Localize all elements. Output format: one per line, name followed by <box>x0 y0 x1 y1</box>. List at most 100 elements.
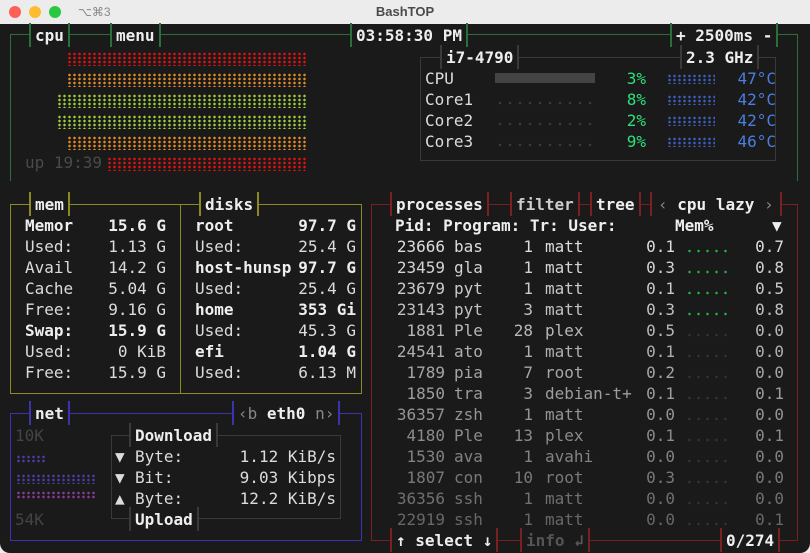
process-row[interactable]: 1789 pia 7 root 0.2 0.0 <box>372 362 797 383</box>
sort-direction-icon[interactable]: ▼ <box>772 215 782 236</box>
cpu-graph-row <box>107 157 307 171</box>
process-pid: 22919 <box>396 510 445 529</box>
net-scale-top: 10K <box>15 426 44 445</box>
filter-button[interactable]: filter <box>510 192 580 216</box>
process-cpu: 0.0 <box>755 363 784 382</box>
process-cpu: 0.5 <box>755 279 784 298</box>
process-program: con <box>454 468 483 487</box>
process-pid: 1530 <box>406 447 445 466</box>
cpu-graph-row <box>57 94 307 108</box>
process-program: zsh <box>454 405 483 424</box>
process-program: pyt <box>454 300 483 319</box>
core-label: CPU <box>425 69 454 88</box>
process-row[interactable]: 23459 gla 1 matt 0.3 0.8 <box>372 257 797 278</box>
process-cpu: 0.0 <box>755 489 784 508</box>
process-user: matt <box>545 237 584 256</box>
core-usage-graph <box>495 122 595 126</box>
process-row[interactable]: 1530 ava 1 avahi 0.0 0.0 <box>372 446 797 467</box>
process-threads: 1 <box>523 237 533 256</box>
disk-label: root <box>195 216 234 235</box>
process-threads: 1 <box>523 489 533 508</box>
net-graph-upload <box>16 491 96 499</box>
process-row[interactable]: 1807 con 10 root 0.3 0.0 <box>372 467 797 488</box>
process-mem: 0.0 <box>646 489 675 508</box>
mem-label: Avail <box>25 258 74 277</box>
process-row[interactable]: 23679 pyt 1 matt 0.1 0.5 <box>372 278 797 299</box>
menu-button[interactable]: menu <box>110 23 161 47</box>
mem-column-header[interactable]: Mem% <box>675 215 714 236</box>
process-program: Ple <box>454 321 483 340</box>
process-row[interactable]: 4180 Ple 13 plex 0.1 0.1 <box>372 425 797 446</box>
disk-value: 45.3 G <box>298 321 356 340</box>
process-mem: 0.2 <box>646 363 675 382</box>
process-row[interactable]: 23143 pyt 3 matt 0.3 0.8 <box>372 299 797 320</box>
process-cpu-graph <box>685 396 731 400</box>
process-row[interactable]: 1850 tra 3 debian-t+ 0.1 0.1 <box>372 383 797 404</box>
process-row[interactable]: 22919 ssh 1 matt 0.0 0.1 <box>372 509 797 530</box>
sort-prev-button[interactable]: ‹ <box>658 195 668 214</box>
next-interface-button[interactable]: n› <box>315 404 334 423</box>
process-pid: 4180 <box>406 426 445 445</box>
core-temp-graph <box>667 95 715 105</box>
process-user: matt <box>545 342 584 361</box>
clock: 03:58:30 PM <box>350 23 468 47</box>
process-cpu-graph <box>685 291 731 295</box>
process-pid: 1807 <box>406 468 445 487</box>
select-control[interactable]: ↑ select ↓ <box>390 528 499 552</box>
update-interval-control[interactable]: + 2500ms - <box>670 23 779 47</box>
process-user: matt <box>545 300 584 319</box>
interface-selector[interactable]: ‹b eth0 n› <box>232 401 341 425</box>
process-mem: 0.1 <box>646 342 675 361</box>
process-cpu: 0.1 <box>755 384 784 403</box>
uptime: up 19:39 <box>25 153 103 172</box>
process-row[interactable]: 36356 ssh 1 matt 0.0 0.0 <box>372 488 797 509</box>
process-cpu-graph <box>685 480 731 484</box>
process-cpu: 0.1 <box>755 510 784 529</box>
process-cpu-graph <box>685 270 731 274</box>
process-cpu: 0.8 <box>755 258 784 277</box>
process-program: ssh <box>454 510 483 529</box>
divider <box>180 204 181 394</box>
process-mem: 0.1 <box>646 279 675 298</box>
info-button[interactable]: info ↲ <box>520 528 590 552</box>
core-usage-graph <box>495 101 595 105</box>
process-cpu-graph <box>685 417 731 421</box>
process-cpu: 0.0 <box>755 321 784 340</box>
process-mem: 0.1 <box>646 384 675 403</box>
process-cpu-graph <box>685 312 731 316</box>
process-user: debian-t+ <box>545 384 632 403</box>
download-arrow-icon: ▼ <box>115 447 125 466</box>
download-label: Download <box>129 423 219 447</box>
cpu-usage-bar <box>495 73 595 83</box>
cpu-model: i7-4790 <box>440 45 520 69</box>
process-mem: 0.1 <box>646 237 675 256</box>
tree-toggle[interactable]: tree <box>590 192 641 216</box>
process-threads: 3 <box>523 300 533 319</box>
cpu-graph-row <box>67 52 307 66</box>
process-row[interactable]: 1881 Ple 28 plex 0.5 0.0 <box>372 320 797 341</box>
process-pid: 23666 <box>396 237 445 256</box>
process-user: root <box>545 363 584 382</box>
sort-next-button[interactable]: › <box>764 195 774 214</box>
process-pid: 23143 <box>396 300 445 319</box>
process-program: gla <box>454 258 483 277</box>
process-row[interactable]: 36357 zsh 1 matt 0.0 0.0 <box>372 404 797 425</box>
mem-value: 5.04 G <box>108 279 166 298</box>
process-pid: 23459 <box>396 258 445 277</box>
process-threads: 10 <box>513 468 533 487</box>
process-row[interactable]: 24541 ato 1 matt 0.1 0.0 <box>372 341 797 362</box>
cpu-graph-row <box>57 115 307 129</box>
prev-interface-button[interactable]: ‹b <box>238 404 257 423</box>
sort-selector[interactable]: ‹ cpu lazy › <box>650 192 782 216</box>
process-user: plex <box>545 426 584 445</box>
title-bar: ⌥⌘3 BashTOP <box>0 0 810 24</box>
process-row[interactable]: 23666 bas 1 matt 0.1 0.7 <box>372 236 797 257</box>
disk-value: 353 Gi <box>298 300 356 319</box>
process-cpu-graph <box>685 501 731 505</box>
cpu-graph-row <box>67 136 307 150</box>
process-column-headers[interactable]: Pid: Program: Tr: User: <box>395 215 617 236</box>
net-stat-label: Byte: <box>135 447 184 466</box>
mem-label: Used: <box>25 237 74 256</box>
process-mem: 0.3 <box>646 258 675 277</box>
process-threads: 1 <box>523 342 533 361</box>
